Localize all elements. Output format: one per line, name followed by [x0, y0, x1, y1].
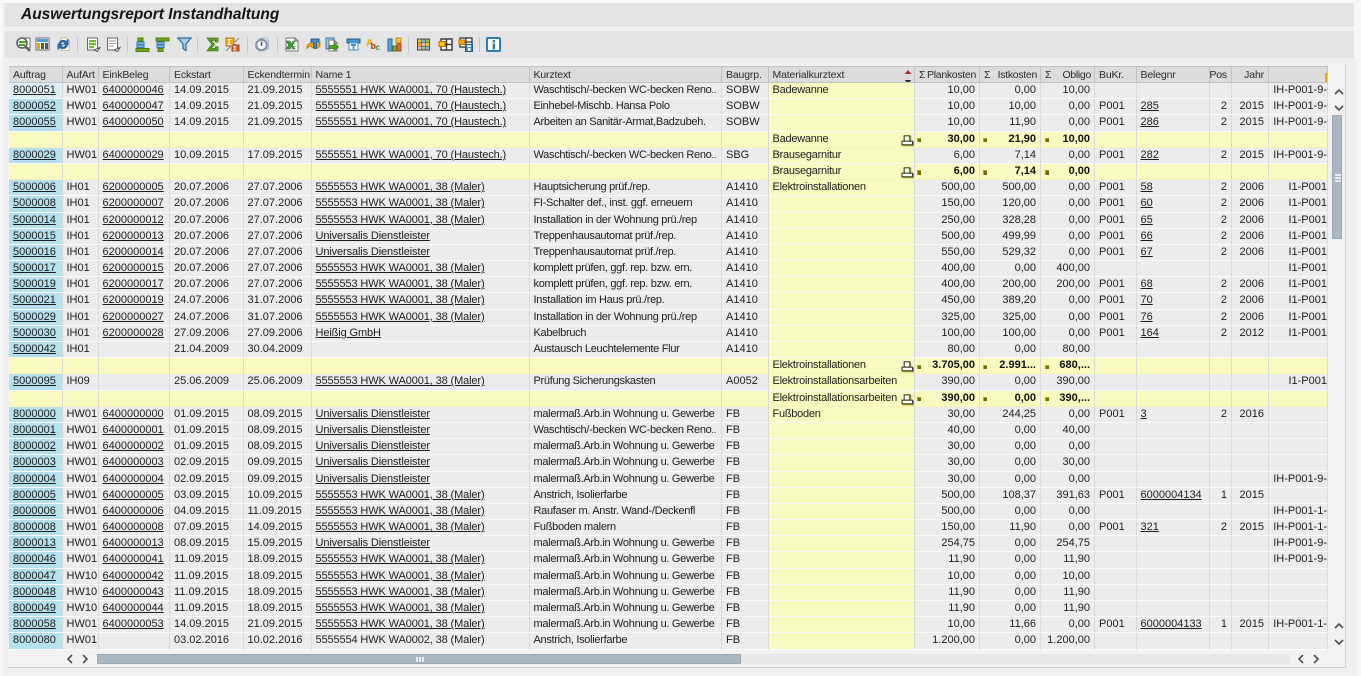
svg-text:c: c: [376, 43, 381, 52]
svg-text:Σ: Σ: [233, 45, 237, 52]
